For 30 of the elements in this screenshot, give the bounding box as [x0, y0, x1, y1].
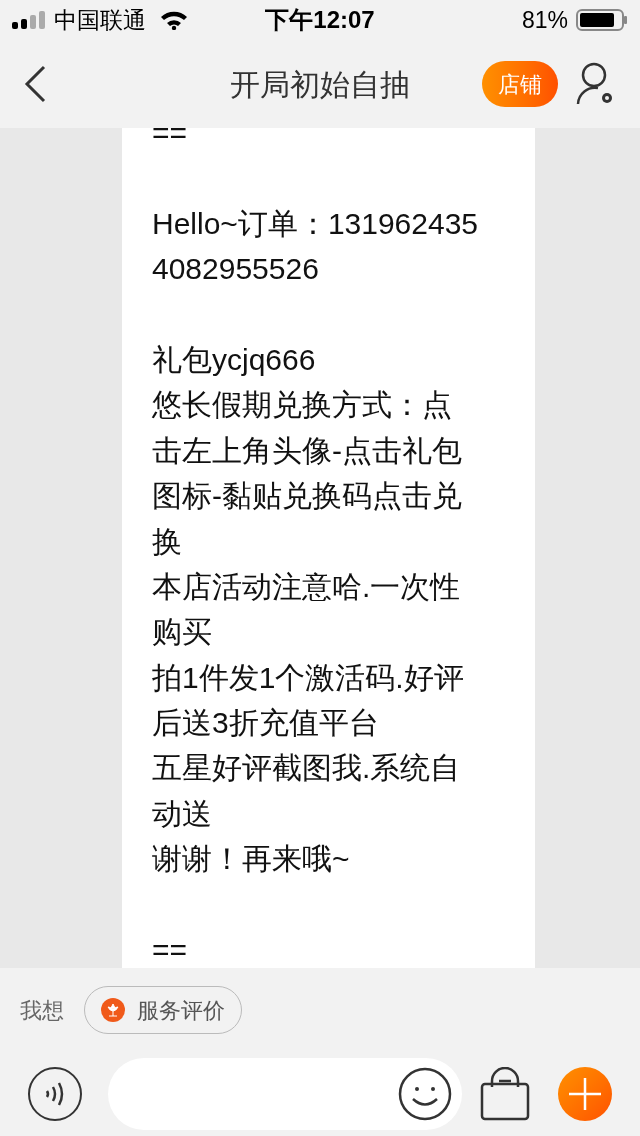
- message-line: 礼包ycjq666: [152, 341, 316, 378]
- add-button[interactable]: [558, 1067, 612, 1121]
- flower-icon: [101, 998, 125, 1022]
- message-line: 后送3折充值平台: [152, 705, 379, 742]
- message-line: ==: [152, 128, 188, 151]
- quick-action-label: 我想: [20, 996, 64, 1025]
- message-line: 4082955526: [152, 251, 319, 288]
- message-line: 图标-黏贴兑换码点击兑: [152, 478, 462, 515]
- message-line: 购买: [152, 614, 212, 651]
- battery-icon: [576, 9, 628, 31]
- message-line: 悠长假期兑换方式：点: [152, 387, 452, 424]
- signal-icon: [12, 11, 46, 29]
- message-line: 本店活动注意哈.一次性: [152, 568, 461, 605]
- carrier-name: 中国联通: [54, 5, 146, 35]
- message-line: 换: [152, 523, 182, 560]
- message-line: 谢谢！再来哦~: [152, 841, 350, 878]
- clock-time: 下午12:07: [265, 5, 375, 35]
- battery-percent: 81%: [521, 5, 568, 35]
- message-line: Hello~订单：131962435: [152, 205, 479, 242]
- shopping-bag-icon[interactable]: [480, 1067, 530, 1121]
- message-line: 拍1件发1个激活码.好评: [152, 659, 464, 696]
- smiley-icon[interactable]: [398, 1067, 452, 1121]
- chat-title: 开局初始自抽: [230, 66, 410, 103]
- message-line: 击左上角头像-点击礼包: [152, 432, 462, 469]
- message-line: 五星好评截图我.系统自: [152, 750, 461, 787]
- voice-button[interactable]: [28, 1067, 82, 1121]
- message-line: ==: [152, 932, 188, 968]
- plus-icon: [568, 1077, 602, 1111]
- message-line: 动送: [152, 795, 212, 832]
- wifi-icon: [160, 10, 188, 30]
